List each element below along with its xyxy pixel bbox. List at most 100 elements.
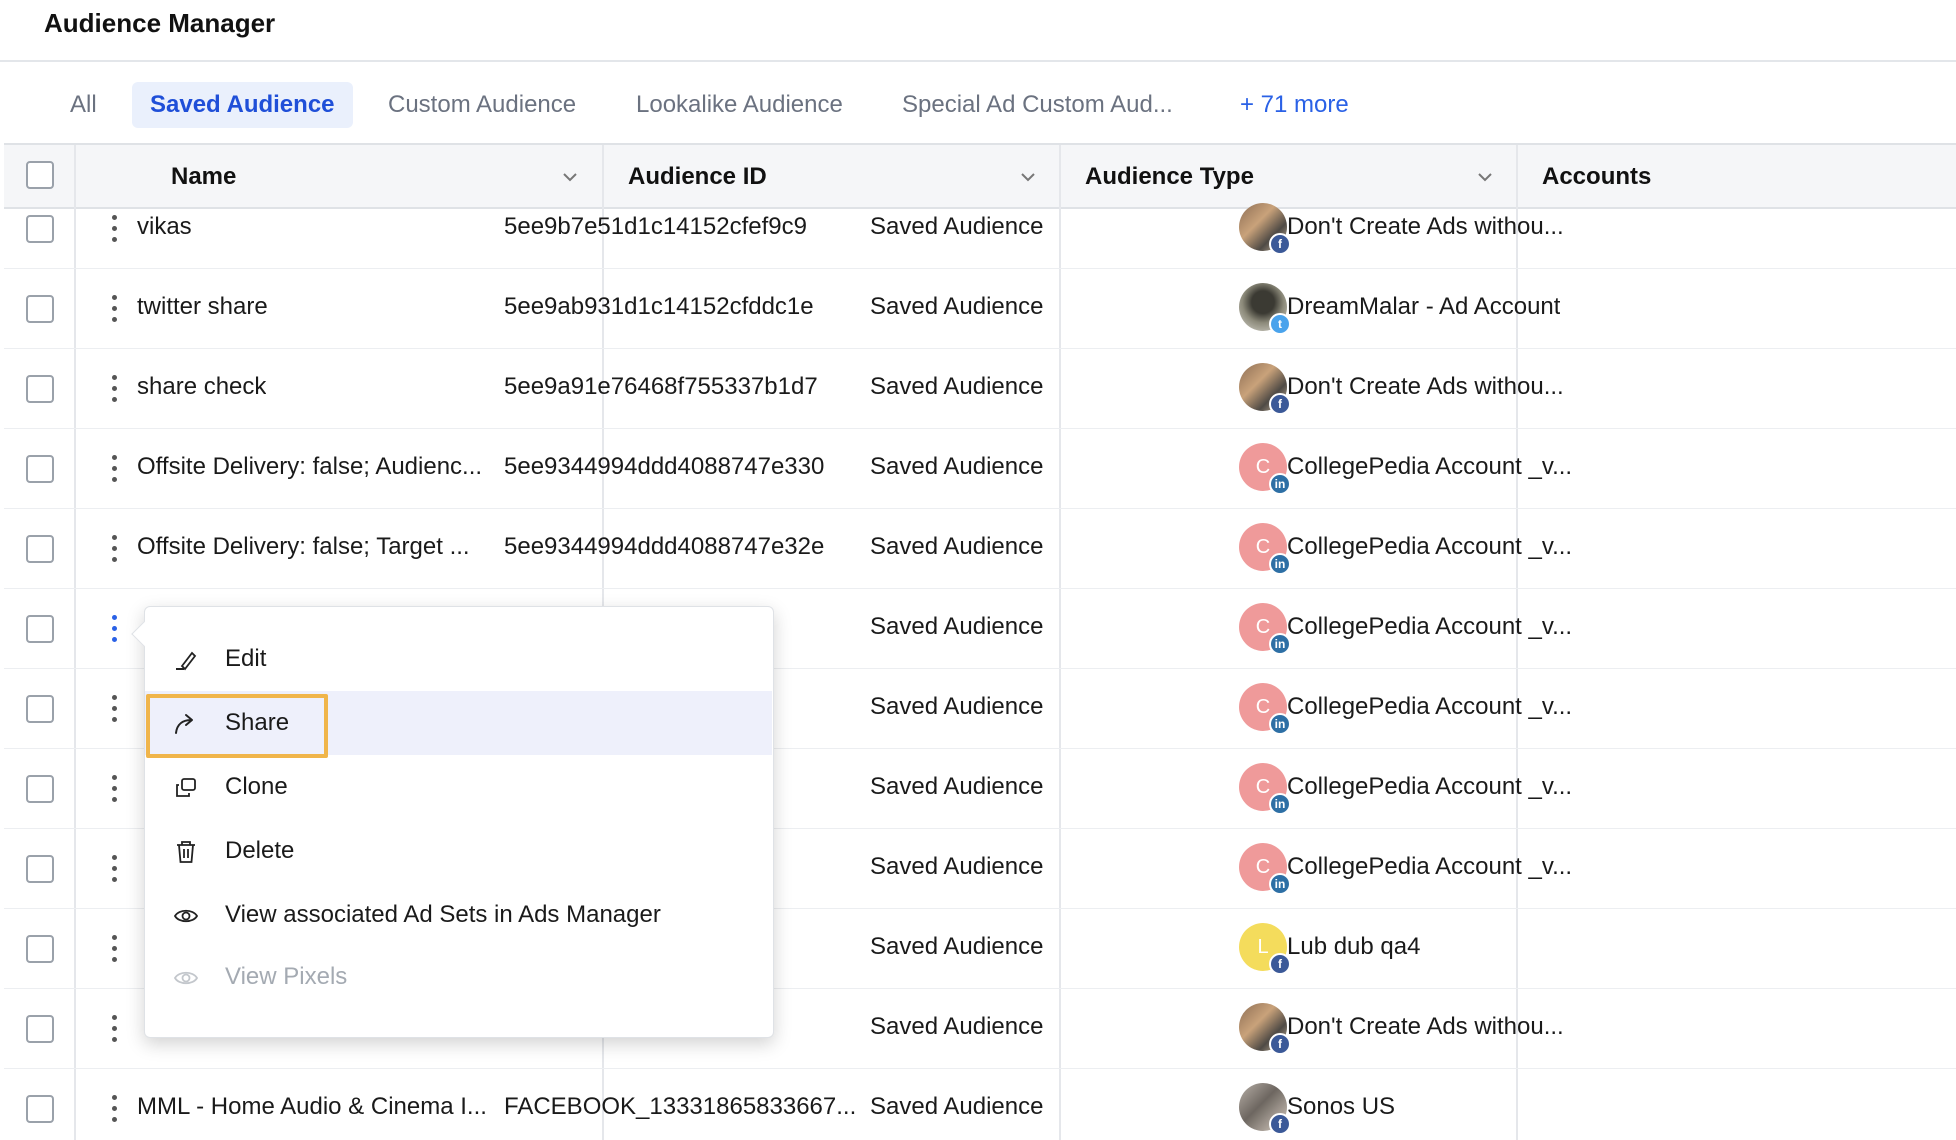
table-row[interactable]: vikas 5ee9b7e51d1c14152cfef9c9 Saved Audie… <box>4 189 1956 269</box>
account-name: CollegePedia Account _v... <box>1287 613 1573 640</box>
tab-custom-audience[interactable]: Custom Audience <box>370 82 594 128</box>
menu-item-view-ad-sets[interactable]: View associated Ad Sets in Ads Manager <box>145 883 772 947</box>
row-checkbox[interactable] <box>26 535 54 563</box>
linkedin-icon: in <box>1269 793 1291 815</box>
row-checkbox[interactable] <box>26 615 54 643</box>
table-row[interactable]: Offsite Delivery: false; Target ... 5ee93… <box>4 509 1956 589</box>
row-checkbox[interactable] <box>26 215 54 243</box>
avatar: Lf <box>1239 923 1291 975</box>
row-menu-kebab-icon[interactable] <box>104 1089 126 1129</box>
menu-item-share[interactable]: Share <box>145 691 772 755</box>
select-all-checkbox[interactable] <box>26 161 54 189</box>
row-menu-kebab-icon[interactable] <box>104 529 126 569</box>
row-menu-kebab-icon[interactable] <box>104 849 126 889</box>
avatar: f <box>1239 363 1291 415</box>
table-row[interactable]: MML - Home Audio & Cinema I... FACEBOOK_1… <box>4 1069 1956 1140</box>
row-menu-kebab-icon[interactable] <box>104 449 126 489</box>
audience-type: Saved Audience <box>870 613 1044 640</box>
eye-icon <box>173 909 199 923</box>
linkedin-icon: in <box>1269 713 1291 735</box>
tab-lookalike-audience[interactable]: Lookalike Audience <box>618 82 861 128</box>
table-row[interactable]: twitter share 5ee9ab931d1c14152cfddc1e Sav… <box>4 269 1956 349</box>
audience-name: twitter share <box>137 293 268 320</box>
account-name: CollegePedia Account _v... <box>1287 853 1573 880</box>
avatar: f <box>1239 203 1291 255</box>
chevron-down-icon[interactable] <box>560 167 580 187</box>
audience-name: vikas <box>137 213 192 240</box>
menu-item-label: Delete <box>225 837 295 864</box>
account-name: CollegePedia Account _v... <box>1287 533 1573 560</box>
row-checkbox[interactable] <box>26 295 54 323</box>
audience-id: FACEBOOK_13331865833667... <box>504 1093 857 1120</box>
avatar: Cin <box>1239 843 1291 895</box>
row-menu-kebab-icon[interactable] <box>104 369 126 409</box>
facebook-icon: f <box>1269 233 1291 255</box>
audience-type: Saved Audience <box>870 693 1044 720</box>
more-tabs-link[interactable]: + 71 more <box>1222 82 1367 128</box>
eye-icon <box>173 971 199 985</box>
account-name: CollegePedia Account _v... <box>1287 453 1573 480</box>
tab-all[interactable]: All <box>52 82 115 128</box>
audience-type: Saved Audience <box>870 1013 1044 1040</box>
audience-type: Saved Audience <box>870 853 1044 880</box>
audience-id: 5ee9ab931d1c14152cfddc1e <box>504 293 814 320</box>
audience-tabs: All Saved Audience Custom Audience Looka… <box>0 62 1956 144</box>
row-menu-kebab-icon[interactable] <box>104 929 126 969</box>
chevron-down-icon[interactable] <box>1475 167 1495 187</box>
row-menu-kebab-icon[interactable] <box>104 289 126 329</box>
facebook-icon: f <box>1269 1113 1291 1135</box>
avatar: f <box>1239 1003 1291 1055</box>
avatar: Cin <box>1239 683 1291 735</box>
linkedin-icon: in <box>1269 873 1291 895</box>
menu-item-clone[interactable]: Clone <box>145 755 772 819</box>
audience-type: Saved Audience <box>870 293 1044 320</box>
avatar: t <box>1239 283 1291 335</box>
account-name: CollegePedia Account _v... <box>1287 693 1573 720</box>
row-checkbox[interactable] <box>26 695 54 723</box>
audience-type: Saved Audience <box>870 933 1044 960</box>
menu-item-view-pixels: View Pixels <box>145 945 772 1009</box>
row-checkbox[interactable] <box>26 775 54 803</box>
account-name: Don't Create Ads withou... <box>1287 373 1564 400</box>
table-row[interactable]: share check 5ee9a91e76468f755337b1d7 Saved… <box>4 349 1956 429</box>
row-menu-kebab-icon[interactable] <box>104 689 126 729</box>
audience-type: Saved Audience <box>870 773 1044 800</box>
row-checkbox[interactable] <box>26 1015 54 1043</box>
avatar: Cin <box>1239 603 1291 655</box>
row-checkbox[interactable] <box>26 855 54 883</box>
audience-id: 5ee9344994ddd4088747e32e <box>504 533 825 560</box>
row-menu-kebab-icon[interactable] <box>104 1009 126 1049</box>
chevron-down-icon[interactable] <box>1018 167 1038 187</box>
menu-item-edit[interactable]: Edit <box>145 627 772 691</box>
account-name: Don't Create Ads withou... <box>1287 213 1564 240</box>
avatar: Cin <box>1239 443 1291 495</box>
twitter-icon: t <box>1269 313 1291 335</box>
linkedin-icon: in <box>1269 473 1291 495</box>
row-checkbox[interactable] <box>26 935 54 963</box>
row-menu-kebab-icon[interactable] <box>104 609 126 649</box>
facebook-icon: f <box>1269 393 1291 415</box>
audience-type: Saved Audience <box>870 213 1044 240</box>
avatar: f <box>1239 1083 1291 1135</box>
audience-name: Offsite Delivery: false; Target ... <box>137 533 470 560</box>
row-menu-kebab-icon[interactable] <box>104 209 126 249</box>
row-checkbox[interactable] <box>26 1095 54 1123</box>
account-name: Lub dub qa4 <box>1287 933 1421 960</box>
row-checkbox[interactable] <box>26 455 54 483</box>
account-name: Sonos US <box>1287 1093 1396 1120</box>
menu-item-label: View associated Ad Sets in Ads Manager <box>225 901 661 928</box>
tab-saved-audience[interactable]: Saved Audience <box>132 82 353 128</box>
linkedin-icon: in <box>1269 553 1291 575</box>
menu-item-delete[interactable]: Delete <box>145 819 772 883</box>
table-row[interactable]: Offsite Delivery: false; Audienc... 5ee93… <box>4 429 1956 509</box>
trash-icon <box>177 841 195 863</box>
row-checkbox[interactable] <box>26 375 54 403</box>
audience-id: 5ee9b7e51d1c14152cfef9c9 <box>504 213 807 240</box>
account-name: Don't Create Ads withou... <box>1287 1013 1564 1040</box>
avatar: Cin <box>1239 523 1291 575</box>
clone-icon <box>176 778 196 797</box>
tab-special-ad-custom-audience[interactable]: Special Ad Custom Aud... <box>884 82 1191 128</box>
audience-name: MML - Home Audio & Cinema I... <box>137 1093 487 1120</box>
page-title: Audience Manager <box>44 8 276 38</box>
row-menu-kebab-icon[interactable] <box>104 769 126 809</box>
